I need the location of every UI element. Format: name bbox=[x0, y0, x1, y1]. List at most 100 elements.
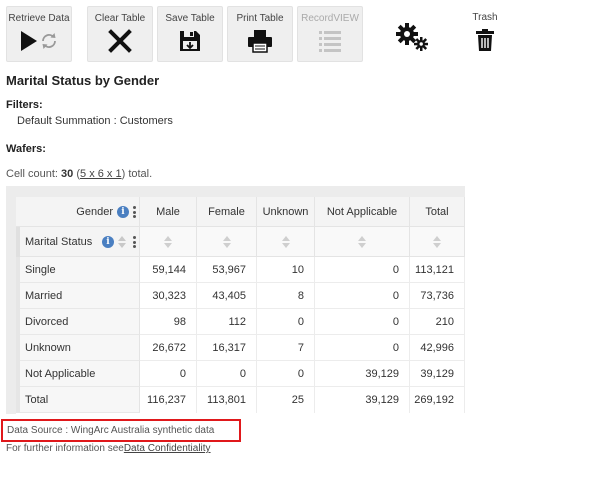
column-header[interactable]: Unknown bbox=[257, 197, 315, 227]
row-label-text: Single bbox=[25, 264, 56, 276]
cell-count: Cell count: 30 (5 x 6 x 1) total. bbox=[6, 168, 152, 180]
table-cell: 39,129 bbox=[315, 387, 410, 413]
column-header-bar bbox=[6, 186, 465, 197]
table-cell: 112 bbox=[197, 309, 257, 335]
further-information-prefix: For further information see bbox=[6, 443, 124, 454]
wafers-label: Wafers: bbox=[6, 143, 46, 155]
gender-field-label: Gender bbox=[76, 206, 113, 218]
print-icon bbox=[248, 30, 272, 53]
close-icon bbox=[108, 29, 132, 53]
settings-button[interactable] bbox=[384, 6, 440, 62]
play-icon bbox=[21, 31, 56, 51]
save-table-label: Save Table bbox=[165, 13, 215, 24]
page-title: Marital Status by Gender bbox=[6, 73, 160, 88]
row-label-text: Total bbox=[25, 394, 49, 406]
table-cell: 39,129 bbox=[315, 361, 410, 387]
table-cell: 98 bbox=[140, 309, 197, 335]
save-icon bbox=[180, 31, 200, 51]
retrieve-data-label: Retrieve Data bbox=[8, 13, 70, 24]
row-label[interactable]: Unknown bbox=[16, 335, 140, 361]
table-cell: 0 bbox=[140, 361, 197, 387]
marital-status-field-header[interactable]: Marital Status i bbox=[16, 227, 140, 257]
cell-count-dimensions-link[interactable]: 5 x 6 x 1 bbox=[80, 168, 122, 180]
gears-icon bbox=[396, 23, 428, 51]
trash-button[interactable]: Trash bbox=[457, 6, 513, 62]
table-cell: 59,144 bbox=[140, 257, 197, 283]
table-cell: 30,323 bbox=[140, 283, 197, 309]
cell-count-value: 30 bbox=[61, 168, 74, 180]
column-sort-cell[interactable] bbox=[410, 227, 465, 257]
cell-count-prefix: Cell count: bbox=[6, 168, 62, 180]
table-cell: 10 bbox=[257, 257, 315, 283]
cell-count-open: ( bbox=[73, 168, 81, 180]
table-cell: 73,736 bbox=[410, 283, 465, 309]
table-cell: 16,317 bbox=[197, 335, 257, 361]
table-cell: 26,672 bbox=[140, 335, 197, 361]
row-label[interactable]: Married bbox=[16, 283, 140, 309]
table-cell: 0 bbox=[315, 283, 410, 309]
save-table-button[interactable]: Save Table bbox=[157, 6, 223, 62]
marital-status-field-label: Marital Status bbox=[25, 236, 93, 248]
sort-icon[interactable] bbox=[222, 235, 232, 249]
table-cell: 25 bbox=[257, 387, 315, 413]
more-options-icon[interactable] bbox=[133, 236, 136, 248]
print-table-button[interactable]: Print Table bbox=[227, 6, 293, 62]
table-cell: 39,129 bbox=[410, 361, 465, 387]
recordview-button[interactable]: RecordVIEW bbox=[297, 6, 363, 62]
row-header-bar bbox=[6, 197, 16, 414]
table-cell: 8 bbox=[257, 283, 315, 309]
sort-icon[interactable] bbox=[117, 235, 127, 249]
column-sort-cell[interactable] bbox=[140, 227, 197, 257]
table-cell: 113,801 bbox=[197, 387, 257, 413]
trash-label: Trash bbox=[472, 12, 498, 23]
table-cell: 269,192 bbox=[410, 387, 465, 413]
recordview-label: RecordVIEW bbox=[301, 13, 359, 24]
data-source-note: Data Source : WingArc Australia syntheti… bbox=[1, 419, 241, 442]
table-cell: 0 bbox=[315, 257, 410, 283]
table-cell: 0 bbox=[315, 335, 410, 361]
list-icon bbox=[319, 31, 341, 52]
more-options-icon[interactable] bbox=[133, 206, 136, 218]
sort-icon[interactable] bbox=[432, 235, 442, 249]
row-label-text: Divorced bbox=[25, 316, 69, 328]
filters-label: Filters: bbox=[6, 99, 43, 111]
column-header[interactable]: Male bbox=[140, 197, 197, 227]
sort-icon[interactable] bbox=[163, 235, 173, 249]
row-label[interactable]: Not Applicable bbox=[16, 361, 140, 387]
clear-table-label: Clear Table bbox=[94, 13, 146, 24]
row-label-text: Unknown bbox=[25, 342, 71, 354]
table-cell: 42,996 bbox=[410, 335, 465, 361]
row-label[interactable]: Single bbox=[16, 257, 140, 283]
table-cell: 43,405 bbox=[197, 283, 257, 309]
retrieve-data-button[interactable]: Retrieve Data bbox=[6, 6, 72, 62]
row-label-text: Not Applicable bbox=[25, 368, 96, 380]
table-cell: 0 bbox=[257, 361, 315, 387]
sort-icon[interactable] bbox=[357, 235, 367, 249]
column-sort-cell[interactable] bbox=[197, 227, 257, 257]
gender-field-header[interactable]: Gender i bbox=[16, 197, 140, 227]
toolbar: Retrieve Data Clear Table Save Table Pri… bbox=[0, 0, 596, 68]
total-row-label[interactable]: Total bbox=[16, 387, 140, 413]
row-label[interactable]: Divorced bbox=[16, 309, 140, 335]
table-cell: 0 bbox=[315, 309, 410, 335]
column-header[interactable]: Female bbox=[197, 197, 257, 227]
column-header[interactable]: Not Applicable bbox=[315, 197, 410, 227]
sort-icon[interactable] bbox=[281, 235, 291, 249]
table-cell: 113,121 bbox=[410, 257, 465, 283]
column-sort-cell[interactable] bbox=[257, 227, 315, 257]
column-sort-cell[interactable] bbox=[315, 227, 410, 257]
table-cell: 0 bbox=[257, 309, 315, 335]
table-cell: 116,237 bbox=[140, 387, 197, 413]
info-icon[interactable]: i bbox=[102, 236, 114, 248]
table-cell: 7 bbox=[257, 335, 315, 361]
info-icon[interactable]: i bbox=[117, 206, 129, 218]
trash-icon bbox=[476, 29, 494, 51]
row-label-text: Married bbox=[25, 290, 63, 302]
filter-value: Default Summation : Customers bbox=[17, 115, 173, 127]
further-information: For further information seeData Confiden… bbox=[6, 443, 211, 454]
clear-table-button[interactable]: Clear Table bbox=[87, 6, 153, 62]
column-header[interactable]: Total bbox=[410, 197, 465, 227]
crosstab-table: Gender i Marital Status i Male Female Unkn… bbox=[6, 186, 465, 414]
data-confidentiality-link[interactable]: Data Confidentiality bbox=[124, 443, 211, 454]
table-cell: 0 bbox=[197, 361, 257, 387]
